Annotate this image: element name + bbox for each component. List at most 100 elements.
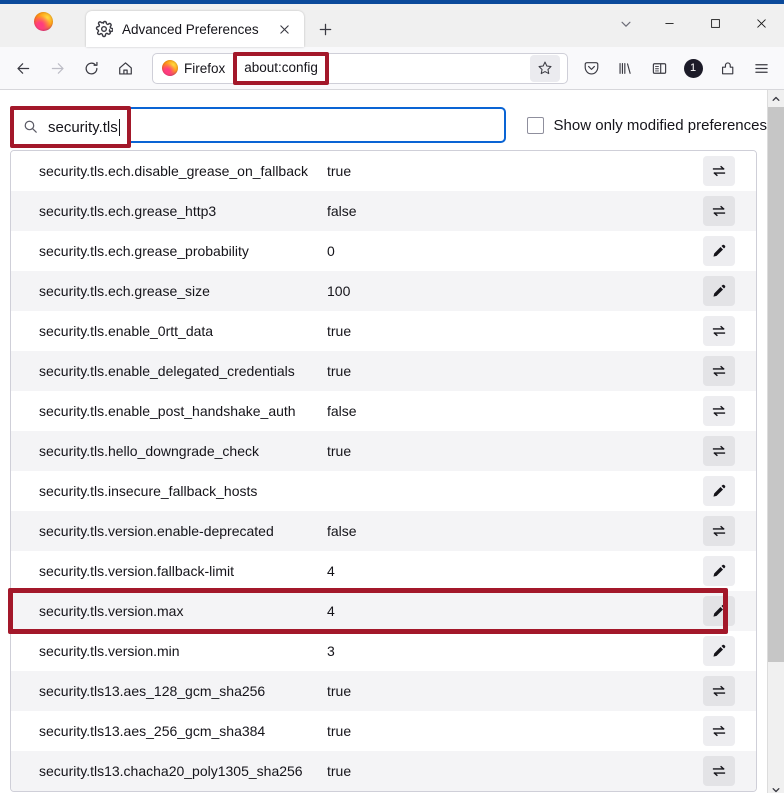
edit-icon[interactable] [703,476,735,506]
preference-action-cell [682,196,756,226]
toggle-icon[interactable] [703,396,735,426]
hamburger-menu-icon[interactable] [744,52,778,84]
toggle-icon[interactable] [703,316,735,346]
toggle-icon[interactable] [703,196,735,226]
text-caret [118,118,120,136]
reload-button[interactable] [74,52,108,84]
tab-close-button[interactable] [273,18,295,40]
search-input[interactable]: security.tls [10,106,506,148]
preference-value: 0 [327,243,335,259]
star-icon[interactable] [530,54,560,82]
window-close-button[interactable] [738,4,784,43]
preference-value: true [327,323,352,339]
urlbar-url-annotation: about:config [233,51,329,85]
toggle-icon[interactable] [703,516,735,546]
gear-icon [95,20,114,38]
preference-action-cell [682,396,756,426]
scroll-track[interactable] [768,107,784,781]
scroll-down-arrow[interactable] [768,781,784,793]
preference-name: security.tls.version.min [39,643,180,659]
toggle-icon[interactable] [703,716,735,746]
preference-action-cell [682,236,756,266]
preference-value: 3 [327,643,335,659]
table-row[interactable]: security.tls.insecure_fallback_hosts [11,471,756,511]
preference-name: security.tls.version.enable-deprecated [39,523,274,539]
preference-action-cell [682,756,756,786]
preference-value: true [327,443,352,459]
toggle-icon[interactable] [703,436,735,466]
edit-icon[interactable] [703,596,735,626]
table-row[interactable]: security.tls.ech.grease_probability 0 [11,231,756,271]
titlebar: Advanced Preferences [0,4,784,47]
preference-name: security.tls.ech.grease_probability [39,243,249,259]
preference-value: true [327,163,352,179]
table-row[interactable]: security.tls.ech.grease_http3 false [11,191,756,231]
table-row[interactable]: security.tls.version.enable-deprecated fa… [11,511,756,551]
preference-name: security.tls.enable_post_handshake_auth [39,403,296,419]
urlbar-url-text: about:config [244,59,318,75]
toggle-icon[interactable] [703,756,735,786]
preference-action-cell [682,676,756,706]
preference-name: security.tls13.aes_128_gcm_sha256 [39,683,266,699]
preference-value: 4 [327,563,335,579]
scroll-thumb[interactable] [768,107,784,662]
search-input-value: security.tls [48,118,118,136]
preference-action-cell [682,556,756,586]
preference-name: security.tls.version.fallback-limit [39,563,235,579]
show-only-modified-row[interactable]: Show only modified preferences [526,116,767,134]
home-button[interactable] [108,52,142,84]
edit-icon[interactable] [703,636,735,666]
preference-name: security.tls.hello_downgrade_check [39,443,259,459]
table-row[interactable]: security.tls.enable_delegated_credential… [11,351,756,391]
scroll-up-arrow[interactable] [768,90,784,107]
about-config-page: security.tls Show only modified preferen… [0,90,767,793]
preference-action-cell [682,476,756,506]
sidebar-icon[interactable] [642,52,676,84]
table-row[interactable]: security.tls.ech.grease_size 100 [11,271,756,311]
table-row[interactable]: security.tls.version.fallback-limit 4 [11,551,756,591]
preference-name: security.tls.ech.grease_http3 [39,203,217,219]
toggle-icon[interactable] [703,156,735,186]
show-only-modified-checkbox[interactable] [526,116,544,134]
edit-icon[interactable] [703,276,735,306]
preference-name: security.tls.version.max [39,603,184,619]
firefox-logo-icon [162,60,178,76]
window-maximize-button[interactable] [692,4,738,43]
url-bar[interactable]: Firefox about:config [152,51,568,85]
table-row[interactable]: security.tls.version.min 3 [11,631,756,671]
back-button[interactable] [6,52,40,84]
page-scrollbar[interactable] [767,90,784,793]
toggle-icon[interactable] [703,676,735,706]
preference-value: false [327,523,357,539]
extensions-icon[interactable] [710,52,744,84]
table-row[interactable]: security.tls13.aes_128_gcm_sha256 true [11,671,756,711]
preference-action-cell [682,316,756,346]
table-row[interactable]: security.tls13.chacha20_poly1305_sha256 t… [11,751,756,791]
window-minimize-button[interactable] [646,4,692,43]
preference-name: security.tls13.aes_256_gcm_sha384 [39,723,266,739]
toggle-icon[interactable] [703,356,735,386]
new-tab-button[interactable] [308,12,342,46]
chevron-down-icon[interactable] [606,5,646,43]
edit-icon[interactable] [703,236,735,266]
search-row: security.tls Show only modified preferen… [0,90,767,148]
table-row[interactable]: security.tls.ech.disable_grease_on_fallb… [11,151,756,191]
tab-advanced-preferences[interactable]: Advanced Preferences [86,11,304,47]
edit-icon[interactable] [703,556,735,586]
table-row[interactable]: security.tls.version.max 4 [11,591,756,631]
table-row[interactable]: security.tls.enable_0rtt_data true [11,311,756,351]
preference-name: security.tls13.chacha20_poly1305_sha256 [39,763,303,779]
library-icon[interactable] [608,52,642,84]
preference-action-cell [682,276,756,306]
preference-action-cell [682,596,756,626]
table-row[interactable]: security.tls.hello_downgrade_check true [11,431,756,471]
firefox-app-logo [0,4,86,47]
preference-action-cell [682,636,756,666]
preference-value: 4 [327,603,335,619]
forward-button[interactable] [40,52,74,84]
table-row[interactable]: security.tls.enable_post_handshake_auth f… [11,391,756,431]
table-row[interactable]: security.tls13.aes_256_gcm_sha384 true [11,711,756,751]
account-badge-icon[interactable]: 1 [676,52,710,84]
preferences-table: security.tls.ech.disable_grease_on_fallb… [10,150,757,792]
pocket-icon[interactable] [574,52,608,84]
